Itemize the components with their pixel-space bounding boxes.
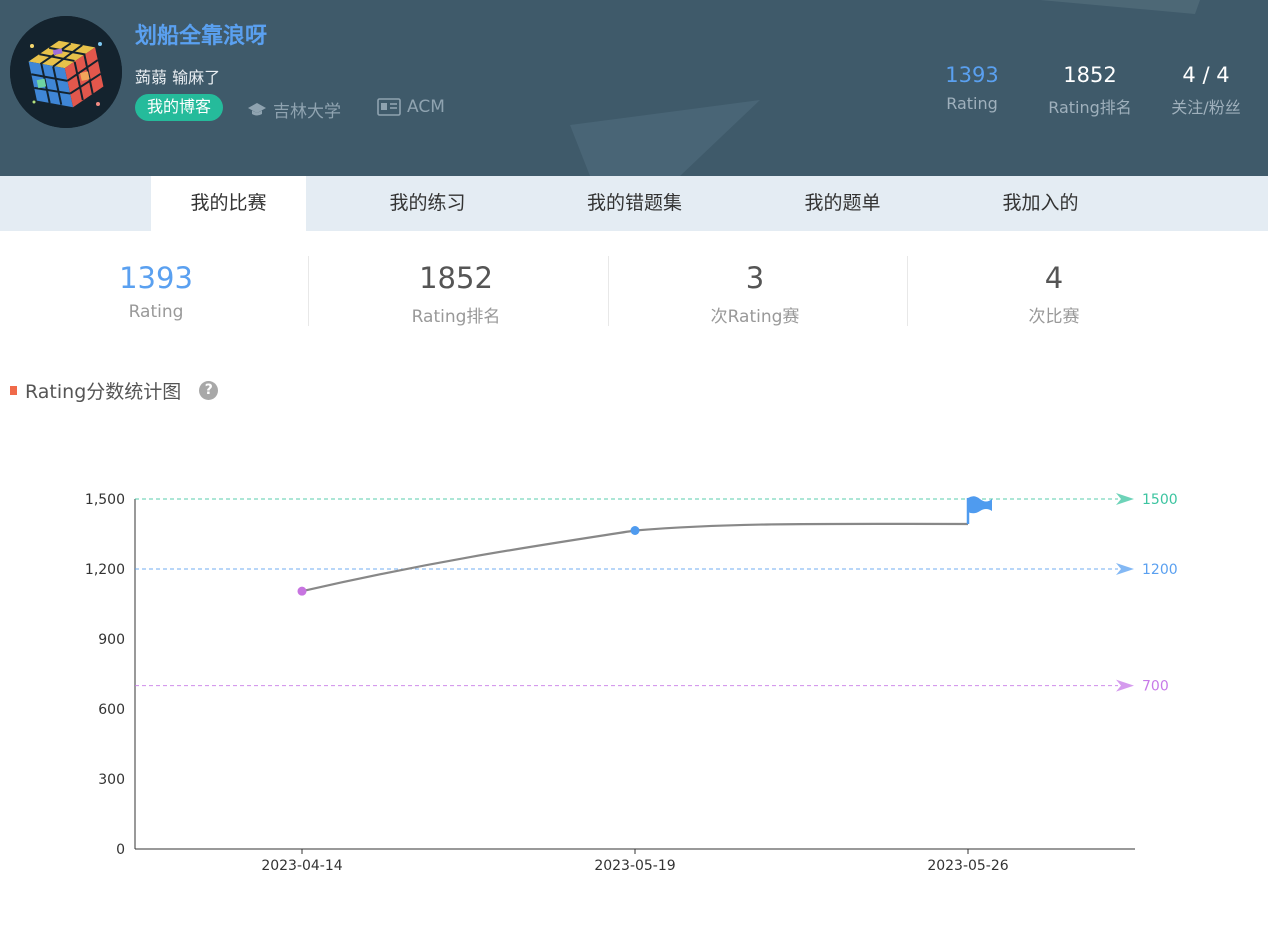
username[interactable]: 划船全靠浪呀 [135,18,267,50]
school-name: 吉林大学 [273,102,341,122]
stat-rating-contests: 3 次Rating赛 [605,258,905,327]
stat-rank-label: Rating排名 [411,307,501,327]
header-follow-label: 关注/粉丝 [1171,98,1241,117]
data-point [630,526,640,535]
stat-rating-value: 1393 [119,261,193,295]
y-tick-label: 1,200 [85,562,125,578]
y-tick-label: 600 [98,702,125,718]
header-rank-label: Rating排名 [1048,98,1132,117]
school-info: 吉林大学 [247,97,341,122]
header-rating-label: Rating [946,94,998,113]
help-icon[interactable]: ? [199,381,219,400]
reference-arrow-icon [1116,493,1134,505]
header-rating-value: 1393 [945,63,999,87]
profile-tabs: 我的比赛 我的练习 我的错题集 我的题单 我加入的 [0,176,1268,231]
stat-rating: 1393 Rating [6,258,306,322]
data-point [297,586,307,596]
tab-my-practice[interactable]: 我的练习 [350,176,505,231]
reference-line-label: 1200 [1142,562,1178,578]
chart-title-text: Rating分数统计图 [25,381,182,403]
y-tick-label: 0 [116,842,125,858]
tab-my-wrong-problems[interactable]: 我的错题集 [557,176,712,231]
tab-my-problem-lists[interactable]: 我的题单 [765,176,920,231]
org-name: ACM [407,97,445,117]
x-tick-label: 2023-05-26 [927,858,1008,874]
rubiks-cube-icon [10,16,122,128]
header-rank-value: 1852 [1063,63,1117,87]
header-follow-value[interactable]: 4 / 4 [1160,62,1252,88]
reference-arrow-icon [1116,563,1134,575]
header-rank: 1852 Rating排名 [1040,62,1140,118]
chart-title: Rating分数统计图 ? [10,377,219,404]
header-follow[interactable]: 4 / 4 关注/粉丝 [1160,62,1252,118]
stat-contests: 4 次比赛 [904,258,1204,327]
rating-chart: 0 300 600 900 1,200 1,500 2023-04-14 2023-05-19… [85,492,1178,874]
stat-rating-contests-value: 3 [745,261,765,295]
stat-contests-value: 4 [1044,261,1064,295]
reference-line-label: 1500 [1142,492,1178,508]
reference-arrow-icon [1116,679,1134,692]
stat-rank: 1852 Rating排名 [306,258,606,327]
reference-line-label: 700 [1142,679,1169,695]
tab-joined[interactable]: 我加入的 [963,176,1118,231]
y-tick-label: 900 [98,632,125,648]
x-tick-label: 2023-05-19 [594,858,675,874]
header-rating: 1393 Rating [932,62,1012,113]
avatar[interactable] [10,16,122,128]
y-tick-label: 1,500 [85,492,125,508]
id-card-icon [377,98,401,116]
stat-rating-label: Rating [128,302,184,322]
y-tick-label: 300 [98,772,125,788]
graduation-cap-icon [248,102,266,115]
org-info: ACM [377,97,445,117]
stat-rating-contests-label: 次Rating赛 [710,307,800,327]
flag-icon [968,496,992,514]
stat-rank-value: 1852 [419,261,493,295]
stat-contests-label: 次比赛 [1028,307,1080,327]
profile-header: 划船全靠浪呀 蒟蒻 输麻了 我的博客 吉林大学 ACM 1393 Rating … [0,0,1268,176]
x-tick-label: 2023-04-14 [261,858,342,874]
tab-my-contests[interactable]: 我的比赛 [151,176,306,231]
title-marker-icon [10,386,17,395]
signature: 蒟蒻 输麻了 [135,68,221,87]
my-blog-button[interactable]: 我的博客 [135,94,224,121]
